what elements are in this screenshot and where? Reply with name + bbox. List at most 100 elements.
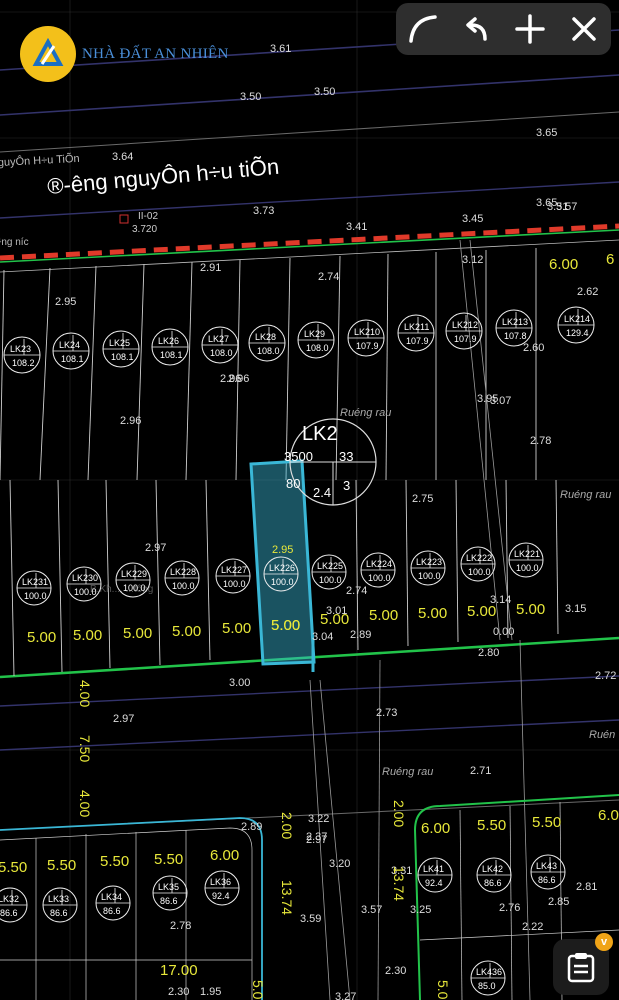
dimension-label: 5.50: [532, 814, 561, 831]
undo-button[interactable]: [455, 7, 499, 51]
lot-marker[interactable]: LK2 7 108.0: [201, 326, 239, 364]
lot-marker[interactable]: LK2 3 108.2: [3, 336, 41, 374]
lot-number: 1: [439, 864, 444, 874]
lot-marker[interactable]: LK2 11 107.9: [397, 314, 435, 352]
lot-block: LK2: [22, 577, 38, 587]
dimension-label: 4.00: [77, 680, 93, 707]
close-button[interactable]: [562, 7, 606, 51]
lot-number: 29: [137, 569, 147, 579]
lot-area: 108.0: [306, 343, 329, 353]
block-circle-r: 3: [343, 478, 350, 493]
lot-marker[interactable]: LK2 6 108.1: [151, 328, 189, 366]
lot-marker[interactable]: LK2 29 100.0: [115, 562, 151, 598]
elevation-label: 0.00: [493, 626, 514, 638]
lot-area: 100.0: [368, 573, 391, 583]
lot-marker[interactable]: LK3 5 86.6: [152, 875, 188, 911]
dimension-label: 5.0: [435, 980, 451, 1000]
elevation-label: 3.64: [112, 151, 133, 163]
lot-number: 6: [174, 336, 179, 346]
lot-marker[interactable]: LK2 22 100.0: [460, 546, 496, 582]
lot-marker[interactable]: LK3 4 86.6: [95, 885, 131, 921]
dimension-label: 5.00: [369, 607, 398, 624]
lot-marker[interactable]: LK2 8 108.0: [248, 324, 286, 362]
dimension-label: 5.00: [172, 623, 201, 640]
lot-marker[interactable]: LK2 12 107.9: [445, 312, 483, 350]
elevation-label: 3.27: [335, 991, 356, 1000]
dimension-label: 6: [606, 251, 614, 268]
curve-tool-button[interactable]: [401, 7, 445, 51]
lot-number: 4: [117, 892, 122, 902]
elevation-label: 3.25: [410, 904, 431, 916]
lot-block: LK3: [48, 894, 64, 904]
dimension-label: 5.50: [100, 853, 129, 870]
lot-marker[interactable]: LK2 24 100.0: [360, 552, 396, 588]
elevation-label: 2.74: [318, 271, 339, 283]
elevation-label: 2.71: [470, 765, 491, 777]
lot-marker[interactable]: LK2 27 100.0: [215, 558, 251, 594]
lot-number: 3: [552, 861, 557, 871]
lot-marker[interactable]: LK4 3 86.6: [530, 854, 566, 890]
ruong-rau-label: Ruéng rau: [340, 407, 391, 419]
lot-marker[interactable]: LK3 6 92.4: [204, 870, 240, 906]
lot-area: 108.2: [12, 358, 35, 368]
lot-number: 3: [64, 894, 69, 904]
lot-marker[interactable]: LK2 30 100.0: [66, 566, 102, 602]
elevation-label: 2.30: [168, 986, 189, 998]
lot-block: LK2: [10, 344, 26, 354]
lot-marker[interactable]: LK2 31 100.0: [16, 570, 52, 606]
close-icon: [572, 17, 596, 41]
lot-block: LK2: [158, 336, 174, 346]
lot-block: LK2: [354, 327, 370, 337]
lot-area: 129.4: [566, 328, 589, 338]
lot-marker[interactable]: LK4 36 85.0: [470, 960, 506, 996]
clipboard-icon: [567, 953, 595, 983]
elevation-label: 2.78: [530, 435, 551, 447]
lot-marker[interactable]: LK2 28 100.0: [164, 560, 200, 596]
lot-marker[interactable]: LK2 13 107.8: [495, 309, 533, 347]
lot-marker[interactable]: LK4 1 92.4: [417, 857, 453, 893]
lot-area: 86.6: [50, 908, 68, 918]
lot-marker[interactable]: LK2 14 129.4: [557, 306, 595, 344]
street-name-side: ¹ng n­íc: [0, 237, 29, 248]
dimension-label: 17.00: [160, 962, 198, 979]
lot-block: LK2: [404, 322, 420, 332]
lot-block: LK3: [210, 877, 226, 887]
lot-block: LK2: [514, 549, 530, 559]
cadastral-map[interactable]: LK2 3500 33 80 2.4 3 ®-êng nguyÔn h÷u ti…: [0, 0, 619, 1000]
dimension-label: 5.0: [250, 980, 266, 1000]
lot-marker[interactable]: LK2 26 100.0: [263, 556, 299, 592]
elevation-label: 2.72: [595, 670, 616, 682]
lot-area: 86.6: [160, 896, 178, 906]
elevation-label: 3.59: [300, 913, 321, 925]
lot-block: LK4: [476, 967, 492, 977]
lot-marker[interactable]: LK2 4 108.1: [52, 332, 90, 370]
lot-marker[interactable]: LK2 21 100.0: [508, 542, 544, 578]
elevation-label: 3.22: [308, 813, 329, 825]
lot-marker[interactable]: LK2 9 108.0: [297, 321, 335, 359]
brand-name: NHÀ ĐẤT AN NHIÊN: [82, 45, 229, 62]
block-circle-mid: 2.4: [313, 485, 331, 500]
lot-marker[interactable]: LK2 23 100.0: [410, 550, 446, 586]
lot-marker[interactable]: LK2 5 108.1: [102, 330, 140, 368]
lot-area: 108.1: [61, 354, 84, 364]
lot-number: 26: [285, 563, 295, 573]
elevation-label: 2.74: [346, 585, 367, 597]
lot-marker[interactable]: LK3 2 86.6: [0, 887, 28, 923]
lot-number: 5: [174, 882, 179, 892]
lot-number: 36: [492, 967, 502, 977]
lot-number: 5: [125, 338, 130, 348]
dimension-label: 7.50: [77, 735, 93, 762]
lot-block: LK2: [170, 567, 186, 577]
add-button[interactable]: [508, 7, 552, 51]
notes-button[interactable]: v: [553, 933, 613, 995]
elevation-label: 3.65: [536, 127, 557, 139]
lot-marker[interactable]: LK4 2 86.6: [476, 857, 512, 893]
lot-marker[interactable]: LK2 25 100.0: [311, 554, 347, 590]
lot-marker[interactable]: LK3 3 86.6: [42, 887, 78, 923]
dimension-label: 5.00: [418, 605, 447, 622]
lot-number: 2: [498, 864, 503, 874]
lot-number: 12: [468, 320, 478, 330]
dimension-label: 5.00: [123, 625, 152, 642]
lot-marker[interactable]: LK2 10 107.9: [347, 319, 385, 357]
lot-number: 27: [237, 565, 247, 575]
